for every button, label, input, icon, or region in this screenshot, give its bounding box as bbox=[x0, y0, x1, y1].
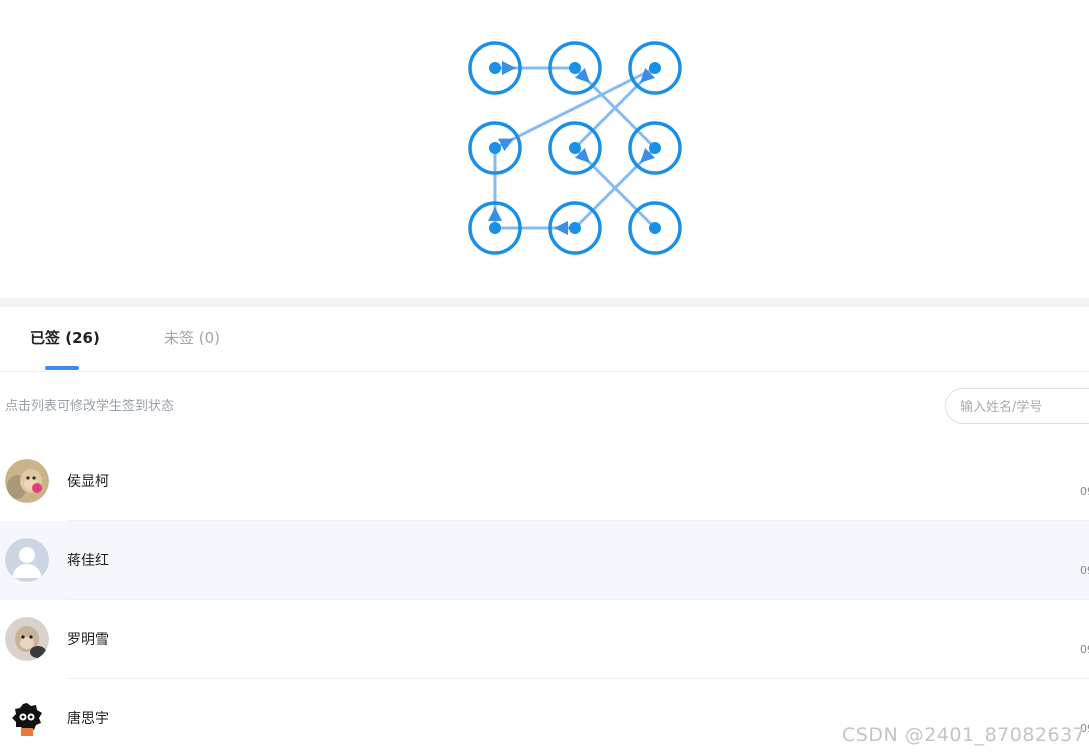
watermark: CSDN @2401_87082637 bbox=[842, 724, 1086, 746]
student-row[interactable]: 蒋佳红 09 bbox=[0, 521, 1089, 600]
student-avatar-monkey bbox=[5, 617, 49, 661]
signin-tabs: 已签 (26) 未签 (0) bbox=[0, 307, 1089, 372]
tab-unsigned[interactable]: 未签 (0) bbox=[164, 328, 220, 348]
pattern-node-dot bbox=[649, 62, 661, 74]
page: 已签 (26) 未签 (0) 点击列表可修改学生签到状态 侯显柯 09 bbox=[0, 0, 1089, 753]
section-divider bbox=[0, 298, 1089, 307]
student-avatar-cartoon bbox=[5, 696, 49, 740]
signin-time: 09 bbox=[1080, 564, 1089, 577]
pattern-node-dot bbox=[569, 62, 581, 74]
student-name: 罗明雪 bbox=[67, 632, 109, 648]
default-avatar-icon bbox=[5, 538, 49, 582]
student-row[interactable]: 侯显柯 09 bbox=[0, 442, 1089, 521]
pattern-node-dot bbox=[489, 62, 501, 74]
list-hint: 点击列表可修改学生签到状态 bbox=[5, 399, 175, 414]
signin-time: 09 bbox=[1080, 485, 1089, 498]
pattern-node-dot bbox=[489, 142, 501, 154]
pattern-segment bbox=[494, 66, 656, 150]
student-row[interactable]: 罗明雪 09 bbox=[0, 600, 1089, 679]
signin-time: 09 bbox=[1080, 643, 1089, 656]
pattern-node-dot bbox=[569, 142, 581, 154]
student-list: 侯显柯 09 蒋佳红 09 bbox=[0, 442, 1089, 753]
pattern-node-dot bbox=[569, 222, 581, 234]
student-name: 侯显柯 bbox=[67, 474, 109, 490]
gesture-pattern[interactable] bbox=[0, 0, 1089, 298]
tab-signed[interactable]: 已签 (26) bbox=[30, 328, 100, 348]
search-box[interactable] bbox=[945, 388, 1089, 424]
pattern-node-dot bbox=[649, 222, 661, 234]
active-tab-indicator bbox=[45, 366, 79, 370]
search-input[interactable] bbox=[960, 397, 1088, 417]
pattern-node-dot bbox=[489, 222, 501, 234]
pattern-node-dot bbox=[649, 142, 661, 154]
student-name: 蒋佳红 bbox=[67, 553, 109, 569]
student-avatar-monkey bbox=[5, 459, 49, 503]
student-name: 唐思宇 bbox=[67, 711, 109, 727]
gesture-pattern-panel bbox=[0, 0, 1089, 298]
